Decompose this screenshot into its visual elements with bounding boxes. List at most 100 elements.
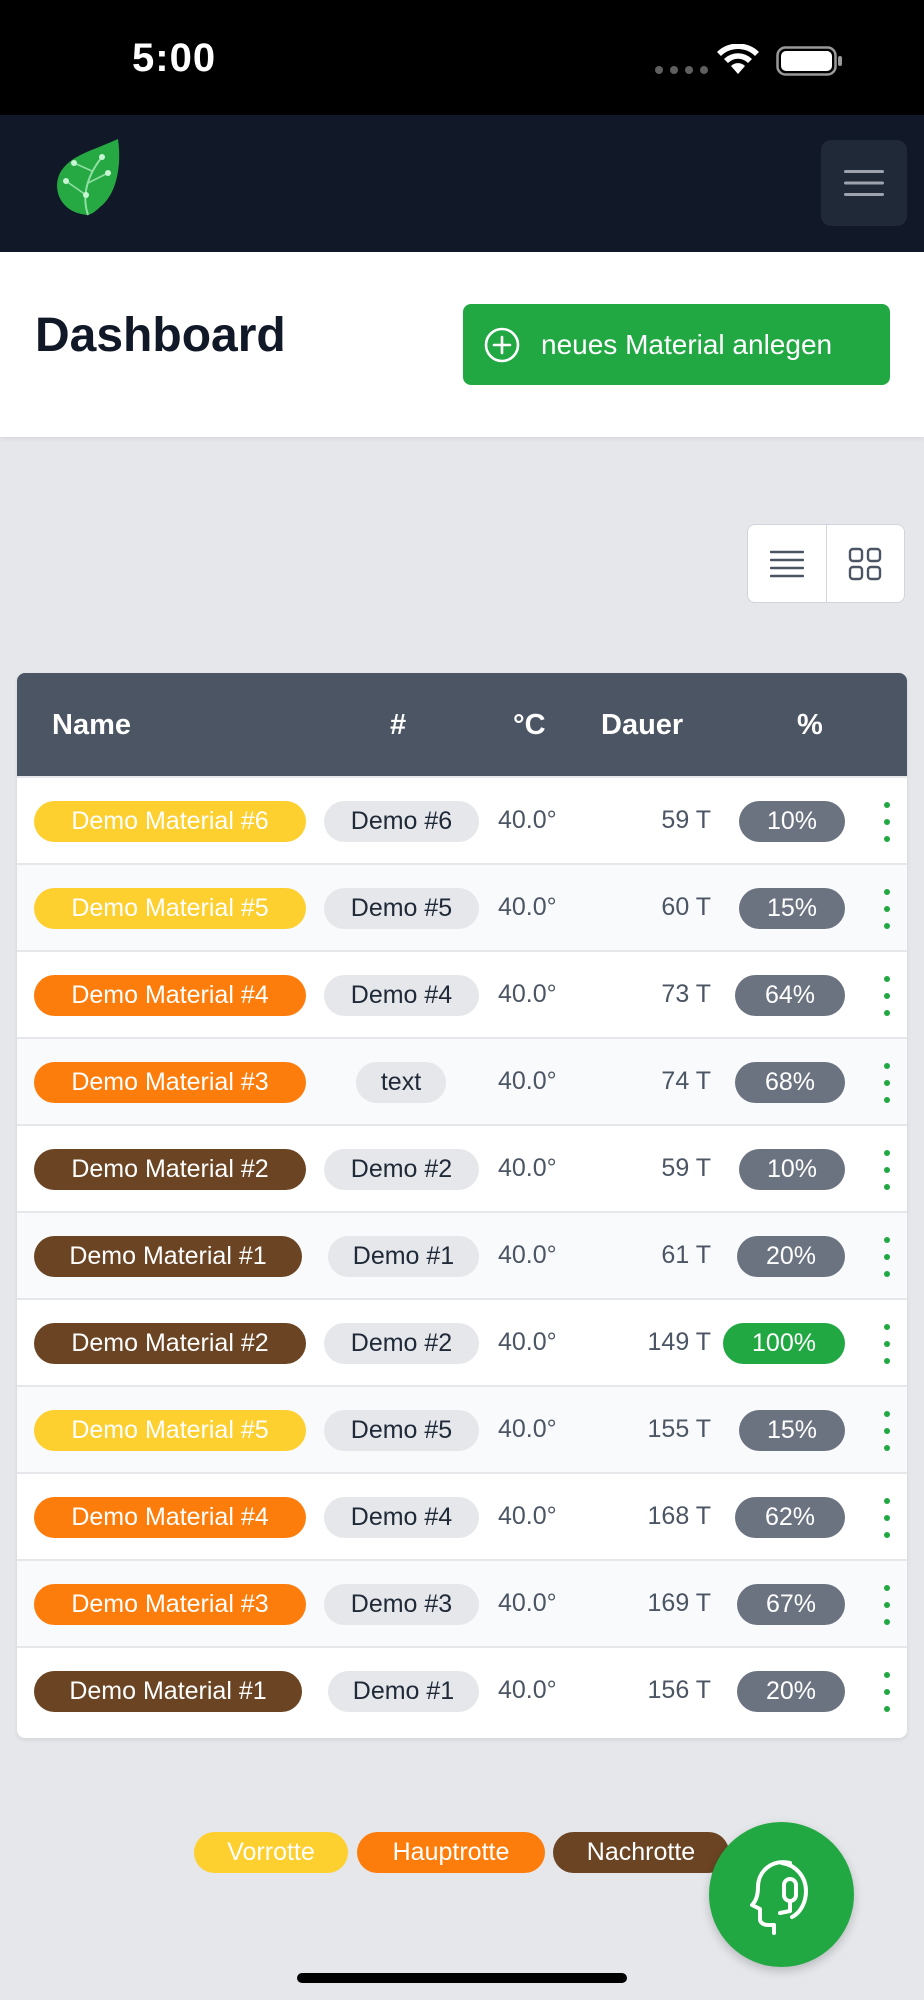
duration-cell: 61 T: [661, 1241, 711, 1269]
column-header-temperature[interactable]: °C: [513, 709, 546, 742]
table-row[interactable]: Demo Material #5 Demo #5 40.0° 60 T 15%: [17, 863, 907, 950]
material-number-badge: Demo #1: [328, 1671, 479, 1712]
material-number-badge: Demo #6: [324, 801, 479, 842]
table-body: Demo Material #6 Demo #6 40.0° 59 T 10% …: [17, 776, 907, 1733]
table-row[interactable]: Demo Material #3 text 40.0° 74 T 68%: [17, 1037, 907, 1124]
status-time: 5:00: [132, 36, 217, 80]
duration-cell: 149 T: [647, 1328, 711, 1356]
percent-badge: 20%: [737, 1236, 845, 1277]
menu-button[interactable]: [821, 140, 907, 226]
temperature-cell: 40.0°: [498, 1415, 557, 1443]
percent-badge: 62%: [735, 1497, 845, 1538]
grid-view-icon: [849, 547, 882, 580]
row-menu-icon[interactable]: [882, 1498, 892, 1538]
percent-badge: 68%: [735, 1062, 845, 1103]
title-bar: Dashboard neues Material anlegen: [0, 252, 924, 437]
temperature-cell: 40.0°: [498, 893, 557, 921]
materials-table: Name # °C Dauer % Demo Material #6 Demo …: [17, 673, 907, 1738]
material-number-badge: Demo #5: [324, 1410, 479, 1451]
material-name-badge[interactable]: Demo Material #6: [34, 801, 306, 842]
duration-cell: 169 T: [647, 1589, 711, 1617]
material-name-badge[interactable]: Demo Material #2: [34, 1149, 306, 1190]
list-view-icon: [769, 550, 804, 577]
table-row[interactable]: Demo Material #3 Demo #3 40.0° 169 T 67%: [17, 1559, 907, 1646]
wifi-icon: [717, 44, 759, 74]
signal-icon: [655, 66, 708, 74]
material-number-badge: Demo #1: [328, 1236, 479, 1277]
support-agent-icon: [749, 1859, 808, 1935]
table-header: Name # °C Dauer %: [17, 673, 907, 776]
percent-badge: 64%: [735, 975, 845, 1016]
table-row[interactable]: Demo Material #4 Demo #4 40.0° 168 T 62%: [17, 1472, 907, 1559]
leaf-logo-icon[interactable]: [52, 137, 122, 219]
material-name-badge[interactable]: Demo Material #1: [34, 1671, 302, 1712]
view-toggle: [747, 524, 905, 603]
legend-vorrotte: Vorrotte: [194, 1832, 348, 1873]
material-name-badge[interactable]: Demo Material #2: [34, 1323, 306, 1364]
duration-cell: 73 T: [661, 980, 711, 1008]
material-number-badge: text: [356, 1062, 446, 1103]
duration-cell: 156 T: [647, 1676, 711, 1704]
temperature-cell: 40.0°: [498, 806, 557, 834]
material-name-badge[interactable]: Demo Material #5: [34, 888, 306, 929]
material-name-badge[interactable]: Demo Material #1: [34, 1236, 302, 1277]
plus-circle-icon: [484, 327, 520, 362]
material-name-badge[interactable]: Demo Material #5: [34, 1410, 306, 1451]
table-row[interactable]: Demo Material #6 Demo #6 40.0° 59 T 10%: [17, 776, 907, 863]
row-menu-icon[interactable]: [882, 1237, 892, 1277]
duration-cell: 59 T: [661, 806, 711, 834]
material-number-badge: Demo #2: [324, 1149, 479, 1190]
row-menu-icon[interactable]: [882, 1063, 892, 1103]
column-header-number[interactable]: #: [390, 709, 406, 742]
material-name-badge[interactable]: Demo Material #3: [34, 1584, 306, 1625]
battery-icon: [776, 46, 842, 76]
grid-view-button[interactable]: [825, 525, 905, 602]
row-menu-icon[interactable]: [882, 802, 892, 842]
material-name-badge[interactable]: Demo Material #3: [34, 1062, 306, 1103]
material-number-badge: Demo #3: [324, 1584, 479, 1625]
table-row[interactable]: Demo Material #2 Demo #2 40.0° 59 T 10%: [17, 1124, 907, 1211]
percent-badge: 15%: [739, 888, 845, 929]
temperature-cell: 40.0°: [498, 1676, 557, 1704]
new-material-button[interactable]: neues Material anlegen: [463, 304, 890, 385]
legend-hauptrotte: Hauptrotte: [357, 1832, 545, 1873]
material-number-badge: Demo #4: [324, 975, 479, 1016]
home-indicator: [297, 1973, 627, 1983]
percent-badge: 100%: [723, 1323, 845, 1364]
row-menu-icon[interactable]: [882, 1150, 892, 1190]
material-number-badge: Demo #2: [324, 1323, 479, 1364]
table-row[interactable]: Demo Material #5 Demo #5 40.0° 155 T 15%: [17, 1385, 907, 1472]
percent-badge: 10%: [739, 1149, 845, 1190]
column-header-percent[interactable]: %: [797, 709, 823, 742]
percent-badge: 20%: [737, 1671, 845, 1712]
column-header-name[interactable]: Name: [52, 709, 131, 742]
row-menu-icon[interactable]: [882, 1324, 892, 1364]
list-view-button[interactable]: [748, 525, 826, 602]
temperature-cell: 40.0°: [498, 1154, 557, 1182]
table-row[interactable]: Demo Material #1 Demo #1 40.0° 156 T 20%: [17, 1646, 907, 1733]
legend-nachrotte: Nachrotte: [553, 1832, 729, 1873]
material-name-badge[interactable]: Demo Material #4: [34, 1497, 306, 1538]
table-row[interactable]: Demo Material #1 Demo #1 40.0° 61 T 20%: [17, 1211, 907, 1298]
duration-cell: 168 T: [647, 1502, 711, 1530]
row-menu-icon[interactable]: [882, 1585, 892, 1625]
row-menu-icon[interactable]: [882, 976, 892, 1016]
duration-cell: 155 T: [647, 1415, 711, 1443]
material-number-badge: Demo #4: [324, 1497, 479, 1538]
percent-badge: 67%: [737, 1584, 845, 1625]
hamburger-icon: [844, 170, 884, 196]
percent-badge: 10%: [739, 801, 845, 842]
material-name-badge[interactable]: Demo Material #4: [34, 975, 306, 1016]
table-row[interactable]: Demo Material #2 Demo #2 40.0° 149 T 100…: [17, 1298, 907, 1385]
new-material-label: neues Material anlegen: [541, 328, 833, 360]
temperature-cell: 40.0°: [498, 1067, 557, 1095]
table-row[interactable]: Demo Material #4 Demo #4 40.0° 73 T 64%: [17, 950, 907, 1037]
temperature-cell: 40.0°: [498, 1589, 557, 1617]
row-menu-icon[interactable]: [882, 1411, 892, 1451]
duration-cell: 59 T: [661, 1154, 711, 1182]
row-menu-icon[interactable]: [882, 1672, 892, 1712]
row-menu-icon[interactable]: [882, 889, 892, 929]
percent-badge: 15%: [739, 1410, 845, 1451]
column-header-duration[interactable]: Dauer: [601, 709, 683, 742]
support-fab-button[interactable]: [709, 1822, 854, 1967]
